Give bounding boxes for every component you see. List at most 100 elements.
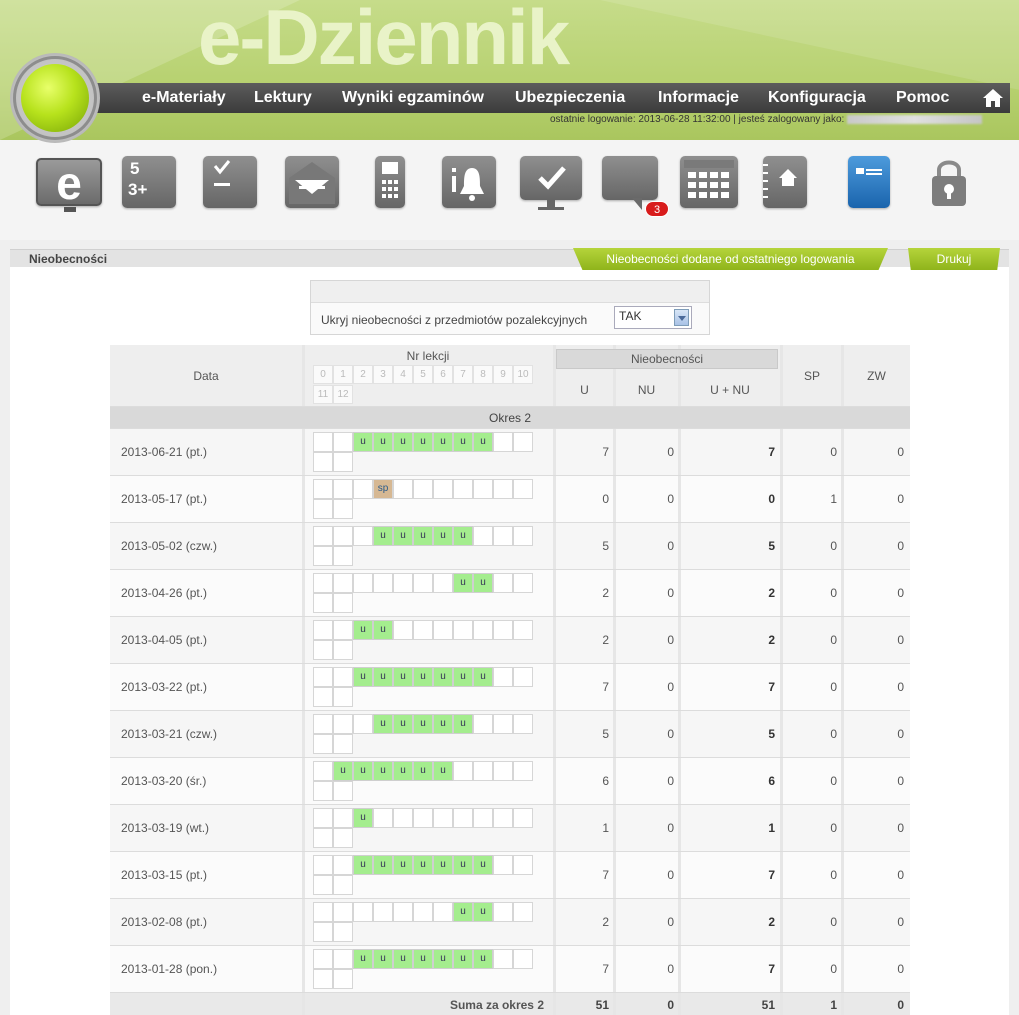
print-button[interactable]: Drukuj (908, 248, 1000, 270)
lesson-cell[interactable]: u (473, 573, 493, 593)
lesson-cell[interactable]: u (353, 855, 373, 875)
lesson-cell[interactable]: u (473, 667, 493, 687)
lesson-cell[interactable]: u (393, 949, 413, 969)
lesson-cell[interactable]: u (453, 432, 473, 452)
lesson-cell[interactable]: u (433, 432, 453, 452)
new-absences-button[interactable]: Nieobecności dodane od ostatniego logowa… (573, 248, 888, 270)
lesson-cell[interactable]: u (413, 526, 433, 546)
lesson-cell[interactable]: u (433, 526, 453, 546)
lesson-cell[interactable]: u (393, 761, 413, 781)
lesson-cell[interactable]: u (373, 949, 393, 969)
envelope-icon[interactable] (285, 156, 339, 208)
lesson-cell[interactable]: u (433, 761, 453, 781)
lesson-cell (333, 499, 353, 519)
nav-lektury[interactable]: Lektury (254, 89, 312, 107)
lesson-cell (433, 902, 453, 922)
lesson-cell[interactable]: u (453, 855, 473, 875)
app-logo[interactable]: e-Dziennik (198, 0, 570, 83)
lesson-cell[interactable]: u (393, 855, 413, 875)
lesson-cell[interactable]: u (373, 526, 393, 546)
lesson-cell[interactable]: u (413, 855, 433, 875)
table-row: 2013-03-21 (czw.) u u u u u 5 0 5 0 0 (110, 711, 910, 758)
nav-e-materialy[interactable]: e-Materiały (142, 89, 226, 107)
lesson-cell (313, 687, 333, 707)
chevron-down-icon[interactable] (674, 309, 689, 326)
lesson-cell[interactable]: u (353, 949, 373, 969)
module-icon-bar: e 5 3+ 3 (0, 140, 1019, 240)
logo-orb[interactable] (10, 53, 100, 143)
lock-icon[interactable] (930, 156, 968, 208)
screen-check-icon[interactable] (520, 156, 582, 210)
lesson-cell[interactable]: u (453, 902, 473, 922)
checklist-icon[interactable] (203, 156, 257, 208)
lesson-cell[interactable]: u (433, 855, 453, 875)
messages-badge[interactable]: 3 (645, 201, 669, 217)
lesson-cell[interactable]: u (473, 432, 493, 452)
lesson-cell (473, 761, 493, 781)
lesson-cell[interactable]: u (433, 949, 453, 969)
nav-wyniki-egzaminow[interactable]: Wyniki egzaminów (342, 89, 484, 107)
lesson-cell[interactable]: u (453, 714, 473, 734)
lesson-cell[interactable]: u (353, 432, 373, 452)
lesson-cell[interactable]: sp (373, 479, 393, 499)
lesson-cell[interactable]: u (353, 761, 373, 781)
lesson-cell[interactable]: u (453, 573, 473, 593)
lesson-cell (313, 734, 333, 754)
lesson-cell[interactable]: u (393, 714, 413, 734)
calendar-icon[interactable] (680, 156, 738, 208)
nav-informacje[interactable]: Informacje (658, 89, 739, 107)
sum-label: Suma za okres 2 (449, 997, 544, 1012)
lesson-cell[interactable]: u (353, 808, 373, 828)
lesson-cell[interactable]: u (413, 667, 433, 687)
lesson-cell[interactable]: u (393, 432, 413, 452)
lesson-cell[interactable]: u (373, 432, 393, 452)
lesson-number-0: 0 (313, 365, 333, 384)
lesson-cell[interactable]: u (473, 902, 493, 922)
column-separator (302, 711, 305, 757)
lesson-cell (313, 761, 333, 781)
lesson-cell[interactable]: u (453, 526, 473, 546)
lesson-cell (413, 808, 433, 828)
lesson-cell[interactable]: u (393, 667, 413, 687)
lesson-cell[interactable]: u (413, 432, 433, 452)
row-u: 7 (602, 445, 609, 459)
lesson-cell[interactable]: u (413, 761, 433, 781)
lesson-cell[interactable]: u (333, 761, 353, 781)
notebook-icon[interactable] (763, 156, 807, 208)
lesson-cell[interactable]: u (353, 620, 373, 640)
lesson-cell[interactable]: u (473, 855, 493, 875)
sum-u-plus-nu: 51 (761, 997, 775, 1012)
row-zw: 0 (897, 633, 904, 647)
chat-icon[interactable] (602, 156, 658, 210)
lesson-cell[interactable]: u (413, 949, 433, 969)
grades-icon[interactable]: 5 3+ (122, 156, 176, 208)
lesson-cell[interactable]: u (413, 714, 433, 734)
phone-icon[interactable] (375, 156, 405, 208)
lesson-cell[interactable]: u (433, 714, 453, 734)
lesson-cell[interactable]: u (353, 667, 373, 687)
lesson-cell[interactable]: u (393, 526, 413, 546)
notice-bell-icon[interactable] (442, 156, 496, 208)
row-date: 2013-03-21 (czw.) (121, 727, 218, 741)
lesson-cell[interactable]: u (473, 949, 493, 969)
lesson-cell[interactable]: u (453, 667, 473, 687)
lesson-cell (513, 714, 533, 734)
lesson-cell[interactable]: u (373, 620, 393, 640)
hide-extracurricular-select[interactable]: TAK (614, 306, 692, 329)
e-icon[interactable]: e (36, 157, 102, 212)
home-icon[interactable] (981, 86, 1005, 110)
lesson-cell[interactable]: u (373, 714, 393, 734)
filter-label: Ukryj nieobecności z przedmiotów pozalek… (321, 313, 588, 327)
lesson-cell[interactable]: u (373, 855, 393, 875)
column-separator (302, 664, 305, 710)
card-icon[interactable] (848, 156, 890, 208)
nav-konfiguracja[interactable]: Konfiguracja (768, 89, 866, 107)
lesson-cell[interactable]: u (433, 667, 453, 687)
row-u-plus-nu: 5 (768, 727, 775, 741)
table-row: 2013-03-20 (śr.) u u u u u u 6 0 6 0 0 (110, 758, 910, 805)
lesson-cell[interactable]: u (373, 667, 393, 687)
nav-ubezpieczenia[interactable]: Ubezpieczenia (515, 89, 625, 107)
lesson-cell[interactable]: u (373, 761, 393, 781)
nav-pomoc[interactable]: Pomoc (896, 89, 949, 107)
lesson-cell[interactable]: u (453, 949, 473, 969)
